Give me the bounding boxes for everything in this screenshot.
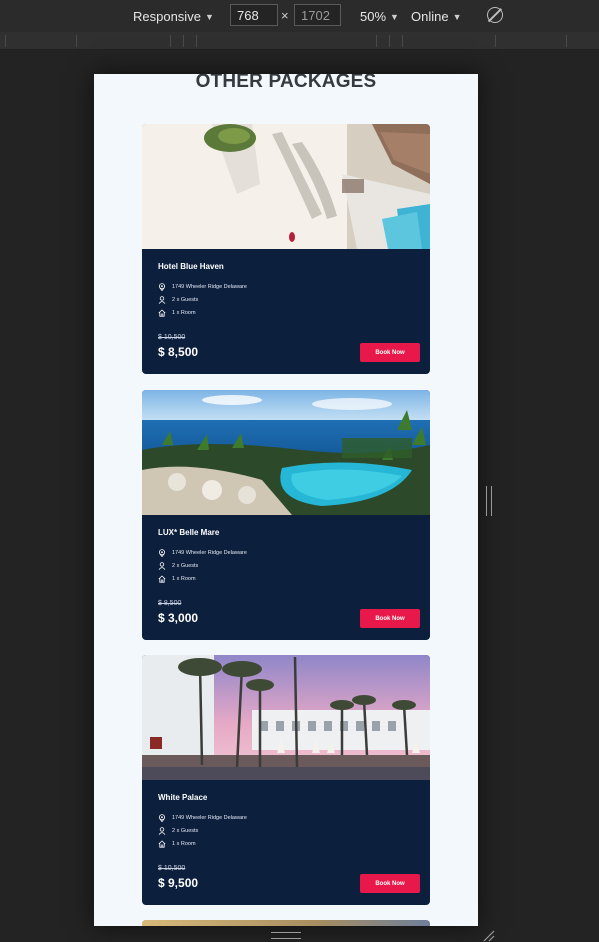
address-text: 1749 Wheeler Ridge Delaware <box>172 550 247 556</box>
chevron-down-icon: ▼ <box>390 11 399 22</box>
devtools-device-toolbar: Responsive ▼ 768 × 1702 50% ▼ Online ▼ <box>0 0 599 32</box>
viewport-resize-handle-right[interactable] <box>486 486 492 516</box>
resize-corner-icon[interactable] <box>482 930 496 942</box>
discount-price: $ 8,500 <box>158 345 199 359</box>
media-query-ruler <box>0 32 599 50</box>
package-name: White Palace <box>158 793 208 802</box>
rooms-text: 1 x Room <box>172 576 196 582</box>
network-throttle-select[interactable]: Online ▼ <box>411 9 462 24</box>
package-rooms: 1 x Room <box>158 575 196 583</box>
package-card: Hotel Blue Haven 1749 Wheeler Ridge Dela… <box>142 124 430 374</box>
user-icon <box>158 296 166 304</box>
home-icon <box>158 309 166 317</box>
original-price: $ 8,500 <box>158 600 182 607</box>
package-card: LUX* Belle Mare 1749 Wheeler Ridge Delaw… <box>142 390 430 640</box>
zoom-label: 50% <box>360 9 387 24</box>
viewport-width-input[interactable]: 768 <box>230 4 278 26</box>
dimension-separator: × <box>281 8 289 23</box>
book-now-button[interactable]: Book Now <box>360 874 420 893</box>
ruler-tick <box>495 35 496 47</box>
package-name: Hotel Blue Haven <box>158 262 224 271</box>
device-viewport: OTHER PACKAGES Hotel Blue Haven 1749 Whe… <box>94 74 478 926</box>
viewport-height-input[interactable]: 1702 <box>294 4 341 26</box>
home-icon <box>158 840 166 848</box>
chevron-down-icon: ▼ <box>452 11 462 22</box>
rooms-text: 1 x Room <box>172 841 196 847</box>
device-select-label: Responsive <box>133 9 201 24</box>
package-card-body: White Palace 1749 Wheeler Ridge Delaware… <box>142 780 430 905</box>
package-guests: 2 x Guests <box>158 827 198 835</box>
package-guests: 2 x Guests <box>158 562 198 570</box>
package-guests: 2 x Guests <box>158 296 198 304</box>
ruler-tick <box>183 35 184 47</box>
package-card-body: Hotel Blue Haven 1749 Wheeler Ridge Dela… <box>142 249 430 374</box>
original-price: $ 10,500 <box>158 334 186 341</box>
zoom-select[interactable]: 50% ▼ <box>360 9 399 24</box>
home-icon <box>158 575 166 583</box>
section-title: OTHER PACKAGES <box>195 74 377 92</box>
location-pin-icon <box>159 283 165 291</box>
hotel-photo-ocean-pool <box>142 390 430 515</box>
package-rooms: 1 x Room <box>158 309 196 317</box>
ruler-tick <box>389 35 390 47</box>
user-icon <box>158 827 166 835</box>
rooms-text: 1 x Room <box>172 310 196 316</box>
location-pin-icon <box>159 549 165 557</box>
ruler-tick <box>402 35 403 47</box>
ruler-tick <box>566 35 567 47</box>
package-address: 1749 Wheeler Ridge Delaware <box>158 549 247 557</box>
guests-text: 2 x Guests <box>172 563 199 569</box>
package-card-body: LUX* Belle Mare 1749 Wheeler Ridge Delaw… <box>142 515 430 640</box>
ruler-tick <box>5 35 6 47</box>
original-price: $ 10,500 <box>158 865 186 872</box>
package-card: White Palace 1749 Wheeler Ridge Delaware… <box>142 655 430 905</box>
book-now-button[interactable]: Book Now <box>360 609 420 628</box>
package-address: 1749 Wheeler Ridge Delaware <box>158 814 247 822</box>
ruler-tick <box>76 35 77 47</box>
ruler-tick <box>376 35 377 47</box>
package-address: 1749 Wheeler Ridge Delaware <box>158 283 247 291</box>
discount-price: $ 9,500 <box>158 876 199 890</box>
device-select[interactable]: Responsive ▼ <box>133 9 214 24</box>
hotel-photo-palm-resort <box>142 655 430 780</box>
guests-text: 2 x Guests <box>172 828 199 834</box>
package-rooms: 1 x Room <box>158 840 196 848</box>
book-now-button[interactable]: Book Now <box>360 343 420 362</box>
hotel-photo-beach <box>142 124 430 249</box>
chevron-down-icon: ▼ <box>204 11 214 22</box>
address-text: 1749 Wheeler Ridge Delaware <box>172 815 247 821</box>
discount-price: $ 3,000 <box>158 611 199 625</box>
viewport-resize-handle-bottom[interactable] <box>271 932 301 939</box>
rotate-icon[interactable] <box>487 7 503 23</box>
hotel-photo-partial <box>142 920 430 926</box>
guests-text: 2 x Guests <box>172 297 199 303</box>
ruler-tick <box>170 35 171 47</box>
user-icon <box>158 562 166 570</box>
network-label: Online <box>411 9 449 24</box>
location-pin-icon <box>159 814 165 822</box>
package-name: LUX* Belle Mare <box>158 528 220 537</box>
package-card-partial <box>142 920 430 926</box>
address-text: 1749 Wheeler Ridge Delaware <box>172 284 247 290</box>
ruler-tick <box>196 35 197 47</box>
